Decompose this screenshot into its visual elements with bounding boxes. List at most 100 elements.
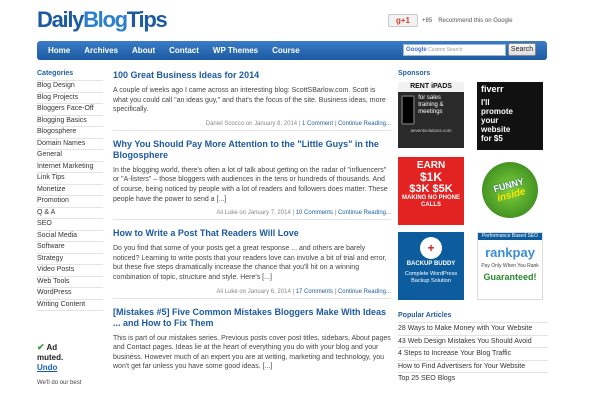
post-author-date: Daniel Scocco on January 8, 2014 |: [205, 120, 301, 127]
backup-buddy-icon: +: [420, 237, 442, 259]
category-item[interactable]: Blogging Basics: [37, 114, 103, 127]
nav-home[interactable]: Home: [41, 41, 77, 60]
search-brand: Google: [406, 47, 427, 53]
ad-line: Performance Based SEO: [478, 233, 542, 240]
logo-part-blog: Blog: [83, 7, 128, 32]
sponsors-title: Sponsors: [398, 70, 431, 77]
category-item[interactable]: Social Media: [37, 229, 103, 242]
post: How to Write a Post That Readers Will Lo…: [113, 228, 391, 299]
nav-about[interactable]: About: [125, 41, 162, 60]
site-logo[interactable]: DailyBlogTips: [37, 7, 168, 33]
continue-reading-link[interactable]: Continue Reading...: [338, 210, 391, 216]
ad-line: MAKING NO PHONE CALLS: [402, 195, 461, 208]
category-item[interactable]: Blog Design: [37, 80, 103, 92]
ad-headline: I'll promote your website for $5: [481, 98, 513, 143]
nav-contact[interactable]: Contact: [162, 41, 206, 60]
ad-line: Pay Only When You Rank: [481, 263, 539, 269]
ad-muted-line2: muted.: [37, 353, 64, 362]
gplus-widget: g+1 +85 Recommend this on Google: [388, 14, 513, 27]
sponsor-ad-backupbuddy[interactable]: + BACKUP BUDDY Complete WordPress Backup…: [398, 232, 464, 300]
sponsor-ad-fiverr[interactable]: fiverr I'll promote your website for $5: [477, 82, 543, 150]
popular-articles: Popular Articles 28 Ways to Make Money w…: [398, 312, 548, 385]
post-comments-link[interactable]: 10 Comments: [296, 210, 333, 216]
meta-separator: |: [334, 288, 337, 295]
undo-link[interactable]: Undo: [37, 363, 103, 372]
sponsor-ad-earn[interactable]: EARN $1K $3K $5K MAKING NO PHONE CALLS: [398, 157, 464, 225]
category-item[interactable]: Writing Content: [37, 298, 103, 311]
post-comments-link[interactable]: 1 Comment: [302, 121, 333, 127]
sponsors-sidebar: Sponsors RENT iPADS for sales training &…: [398, 70, 548, 300]
post-excerpt: A couple of weeks ago I came across an i…: [113, 87, 386, 114]
category-item[interactable]: Bloggers Face-Off: [37, 103, 103, 115]
category-item[interactable]: Internet Marketing: [37, 160, 103, 173]
category-item[interactable]: Video Posts: [37, 264, 103, 276]
post-excerpt: This is part of our mistakes series. Pre…: [113, 334, 391, 371]
category-item[interactable]: Domain Names: [37, 137, 103, 150]
post-title[interactable]: Why You Should Pay More Attention to the…: [113, 139, 391, 161]
nav-archives[interactable]: Archives: [77, 41, 125, 60]
category-item[interactable]: Web Tools: [37, 275, 103, 288]
continue-reading-link[interactable]: Continue Reading...: [338, 121, 391, 127]
post: 100 Great Business Ideas for 2014 A coup…: [113, 70, 391, 131]
category-item[interactable]: Blogosphere: [37, 126, 103, 138]
ad-headline: RENT iPADS: [398, 82, 464, 92]
logo-part-daily: Daily: [37, 7, 84, 32]
nav-course[interactable]: Course: [265, 41, 307, 60]
ipad-icon: [401, 95, 416, 125]
main-navigation: Home Archives About Contact WP Themes Co…: [37, 41, 547, 60]
search-button[interactable]: Search: [508, 43, 536, 56]
continue-reading-link[interactable]: Continue Reading...: [338, 289, 391, 295]
category-item[interactable]: Q & A: [37, 206, 103, 219]
post-title[interactable]: [Mistakes #5] Five Common Mistakes Blogg…: [113, 307, 391, 329]
category-item[interactable]: Software: [37, 241, 103, 253]
popular-item[interactable]: 28 Ways to Make Money with Your Website: [398, 322, 548, 335]
nav-wp-themes[interactable]: WP Themes: [206, 41, 265, 60]
popular-title: Popular Articles: [398, 312, 452, 319]
popular-item[interactable]: 43 Web Design Mistakes You Should Avoid: [398, 334, 548, 348]
gplus-button[interactable]: g+1: [388, 14, 418, 27]
check-icon: ✔: [37, 342, 45, 352]
category-item[interactable]: Blog Projects: [37, 91, 103, 104]
post: Why You Should Pay More Attention to the…: [113, 139, 391, 221]
sponsor-ad-rankpay[interactable]: Performance Based SEO rankpay Pay Only W…: [477, 232, 543, 300]
rankpay-logo: rankpay: [485, 245, 535, 260]
post-meta: Ali Luke on January 7, 2014 | 10 Comment…: [113, 210, 391, 216]
post-excerpt: In the blogging world, there's often a l…: [113, 166, 388, 203]
meta-separator: |: [334, 120, 337, 127]
post-author-date: Ali Luke on January 6, 2014 |: [216, 288, 295, 295]
meta-separator: |: [334, 210, 337, 217]
category-item[interactable]: General: [37, 149, 103, 161]
category-item[interactable]: Link Tips: [37, 172, 103, 184]
category-item[interactable]: Monetize: [37, 183, 103, 196]
post-meta: Ali Luke on January 6, 2014 | 17 Comment…: [113, 289, 391, 295]
fiverr-logo: fiverr: [481, 84, 504, 94]
post-title[interactable]: 100 Great Business Ideas for 2014: [113, 70, 391, 81]
main-content: 100 Great Business Ideas for 2014 A coup…: [113, 70, 391, 383]
gplus-text: Recommend this on Google: [438, 17, 513, 24]
categories-title: Categories: [37, 70, 74, 77]
category-item[interactable]: WordPress: [37, 287, 103, 299]
logo-part-tips: Tips: [126, 7, 168, 32]
ad-muted-notice: ✔ Ad muted. Undo We'll do our best: [37, 342, 103, 386]
category-item[interactable]: SEO: [37, 218, 103, 230]
ad-url: aeventsolutions.com: [410, 128, 452, 133]
category-item[interactable]: Strategy: [37, 252, 103, 265]
categories-list: Blog Design Blog Projects Bloggers Face-…: [37, 80, 103, 311]
popular-item[interactable]: Top 25 SEO Blogs: [398, 372, 548, 385]
search-placeholder: Custom Search: [428, 47, 463, 53]
ad-line: Guaranteed!: [483, 272, 537, 282]
sponsor-ad-funny-inside[interactable]: FUNNY inside: [477, 157, 543, 225]
popular-item[interactable]: How to Find Advertisers for Your Website: [398, 359, 548, 373]
popular-item[interactable]: 4 Steps to Increase Your Blog Traffic: [398, 347, 548, 360]
post-title[interactable]: How to Write a Post That Readers Will Lo…: [113, 228, 391, 239]
ad-line: $1K: [419, 170, 442, 184]
post-excerpt: Do you find that some of your posts get …: [113, 245, 387, 281]
funny-inside-logo: FUNNY inside: [477, 157, 543, 225]
category-item[interactable]: Promotion: [37, 195, 103, 207]
post-author-date: Ali Luke on January 7, 2014 |: [216, 210, 295, 217]
categories-sidebar: Categories Blog Design Blog Projects Blo…: [37, 70, 103, 311]
post-meta: Daniel Scocco on January 8, 2014 | 1 Com…: [113, 121, 391, 127]
post-comments-link[interactable]: 17 Comments: [296, 289, 333, 295]
search-input[interactable]: Google Custom Search: [403, 44, 506, 56]
sponsor-ad-rent-ipads[interactable]: RENT iPADS for sales training & meetings…: [398, 82, 464, 148]
